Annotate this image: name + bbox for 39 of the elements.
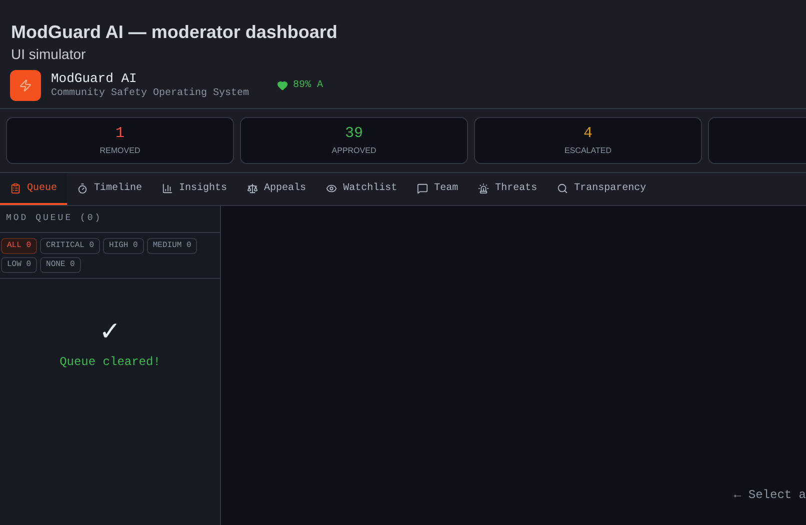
speech-bubble-icon — [417, 182, 428, 194]
tab[interactable]: Queue — [0, 173, 68, 205]
stat-value: 1 — [115, 124, 124, 142]
empty-message: Queue cleared! — [60, 354, 160, 371]
select-hint: ← Select a — [734, 487, 806, 504]
page-subtitle: UI simulator — [11, 45, 87, 64]
page-title: ModGuard AI — moderator dashboard — [11, 21, 338, 43]
filter-chip[interactable]: LOW 0 — [1, 257, 38, 273]
filter-chip[interactable]: NONE 0 — [40, 257, 81, 273]
tab[interactable]: Transparency — [547, 173, 656, 205]
timer-icon — [77, 182, 88, 194]
lightning-icon — [19, 79, 32, 92]
brand-name: ModGuard AI — [51, 71, 138, 87]
stat-label: ESCALATED — [564, 144, 612, 156]
stat-value: 4 — [583, 124, 592, 142]
brand-tagline: Community Safety Operating System — [51, 87, 250, 100]
tab[interactable]: Timeline — [67, 173, 152, 205]
health-score: 89% A — [293, 79, 324, 93]
eye-icon — [326, 182, 338, 194]
tab[interactable]: Watchlist — [316, 173, 408, 205]
filter-chip[interactable]: ALL 0 — [1, 238, 38, 254]
scales-icon — [247, 182, 258, 194]
checkmark: ✓ — [99, 317, 121, 347]
stat-label: APPROVED — [332, 144, 376, 156]
filter-chip[interactable]: MEDIUM 0 — [146, 238, 198, 254]
siren-icon — [478, 182, 490, 194]
tab[interactable]: Insights — [152, 173, 238, 205]
tab[interactable]: Threats — [468, 173, 548, 205]
stat-value: 39 — [344, 124, 363, 142]
filter-chip[interactable]: CRITICAL 0 — [40, 238, 100, 254]
heart-icon — [277, 80, 288, 91]
tab[interactable]: Appeals — [237, 173, 316, 205]
filter-chip[interactable]: HIGH 0 — [103, 238, 144, 254]
bar-chart-icon — [162, 182, 174, 194]
search-icon — [557, 182, 568, 194]
clipboard-icon — [10, 182, 21, 194]
queue-title: MOD QUEUE (0) — [6, 212, 102, 226]
tab[interactable]: Team — [407, 173, 468, 205]
stat-label: REMOVED — [100, 144, 140, 156]
